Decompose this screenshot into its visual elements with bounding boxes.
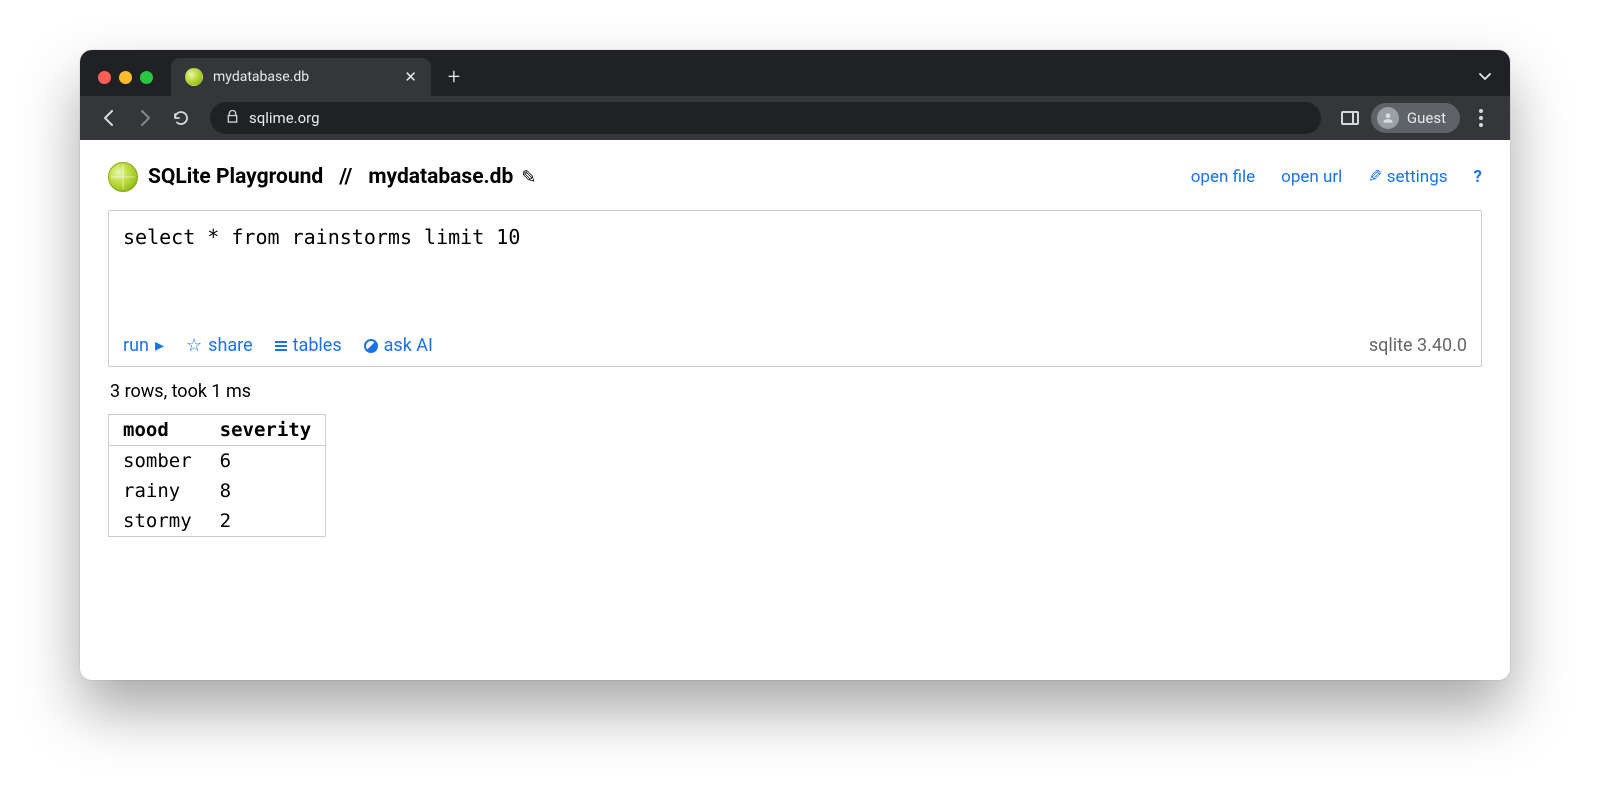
profile-label: Guest bbox=[1407, 109, 1446, 127]
table-cell: 2 bbox=[206, 506, 326, 537]
browser-tab[interactable]: mydatabase.db ✕ bbox=[171, 58, 431, 96]
tab-close-icon[interactable]: ✕ bbox=[404, 68, 417, 86]
editor-panel: run share tables ask AI sqlite 3.40.0 bbox=[108, 210, 1482, 367]
side-panel-button[interactable] bbox=[1335, 103, 1365, 133]
help-link[interactable]: ? bbox=[1474, 167, 1482, 187]
back-button[interactable] bbox=[94, 103, 124, 133]
title-separator: // bbox=[339, 165, 352, 189]
editor-actions: run share tables ask AI sqlite 3.40.0 bbox=[109, 325, 1481, 366]
edit-db-name-icon[interactable]: ✎ bbox=[521, 167, 536, 188]
orb-icon bbox=[364, 339, 378, 353]
table-row: rainy8 bbox=[109, 476, 326, 506]
tab-title: mydatabase.db bbox=[213, 69, 309, 85]
table-cell: 8 bbox=[206, 476, 326, 506]
tables-button[interactable]: tables bbox=[275, 335, 342, 356]
table-cell: 6 bbox=[206, 446, 326, 477]
browser-window: mydatabase.db ✕ + sqlime.org bbox=[80, 50, 1510, 680]
browser-toolbar: sqlime.org Guest bbox=[80, 96, 1510, 140]
open-file-link[interactable]: open file bbox=[1191, 167, 1255, 187]
list-icon bbox=[275, 341, 287, 351]
window-controls bbox=[98, 71, 153, 84]
tab-list-chevron-icon[interactable] bbox=[1470, 70, 1500, 84]
favicon-icon bbox=[185, 68, 203, 86]
settings-link[interactable]: settings bbox=[1368, 167, 1447, 187]
page-content: SQLite Playground // mydatabase.db ✎ ope… bbox=[80, 140, 1510, 680]
window-minimize-button[interactable] bbox=[119, 71, 132, 84]
share-button[interactable]: share bbox=[186, 335, 253, 356]
column-header: severity bbox=[206, 415, 326, 446]
window-zoom-button[interactable] bbox=[140, 71, 153, 84]
header-links: open file open url settings ? bbox=[1191, 167, 1482, 187]
sqlite-version: sqlite 3.40.0 bbox=[1369, 335, 1467, 356]
panel-icon bbox=[1341, 111, 1359, 125]
column-header: mood bbox=[109, 415, 206, 446]
new-tab-button[interactable]: + bbox=[439, 62, 469, 92]
lock-icon bbox=[226, 110, 239, 127]
reload-button[interactable] bbox=[166, 103, 196, 133]
run-button[interactable]: run bbox=[123, 335, 164, 356]
play-icon bbox=[155, 335, 164, 356]
window-close-button[interactable] bbox=[98, 71, 111, 84]
results-body: somber6rainy8stormy2 bbox=[109, 446, 326, 537]
table-row: stormy2 bbox=[109, 506, 326, 537]
profile-button[interactable]: Guest bbox=[1371, 103, 1460, 133]
open-url-link[interactable]: open url bbox=[1281, 167, 1342, 187]
results-table: moodseverity somber6rainy8stormy2 bbox=[108, 414, 326, 537]
sql-input[interactable] bbox=[109, 211, 1481, 321]
db-name: mydatabase.db bbox=[368, 165, 513, 189]
ask-ai-button[interactable]: ask AI bbox=[364, 335, 433, 356]
avatar-icon bbox=[1377, 107, 1399, 129]
url-text: sqlime.org bbox=[249, 109, 320, 127]
table-cell: somber bbox=[109, 446, 206, 477]
results-header-row: moodseverity bbox=[109, 415, 326, 446]
app-logo-icon bbox=[108, 162, 138, 192]
status-text: 3 rows, took 1 ms bbox=[110, 381, 1482, 402]
forward-button[interactable] bbox=[130, 103, 160, 133]
table-cell: stormy bbox=[109, 506, 206, 537]
tab-strip: mydatabase.db ✕ + bbox=[80, 50, 1510, 96]
page-header: SQLite Playground // mydatabase.db ✎ ope… bbox=[108, 162, 1482, 192]
app-title: SQLite Playground bbox=[148, 165, 323, 189]
address-bar[interactable]: sqlime.org bbox=[210, 102, 1321, 134]
settings-icon bbox=[1368, 167, 1382, 187]
browser-menu-button[interactable] bbox=[1466, 103, 1496, 133]
star-icon bbox=[186, 335, 202, 356]
table-cell: rainy bbox=[109, 476, 206, 506]
table-row: somber6 bbox=[109, 446, 326, 477]
